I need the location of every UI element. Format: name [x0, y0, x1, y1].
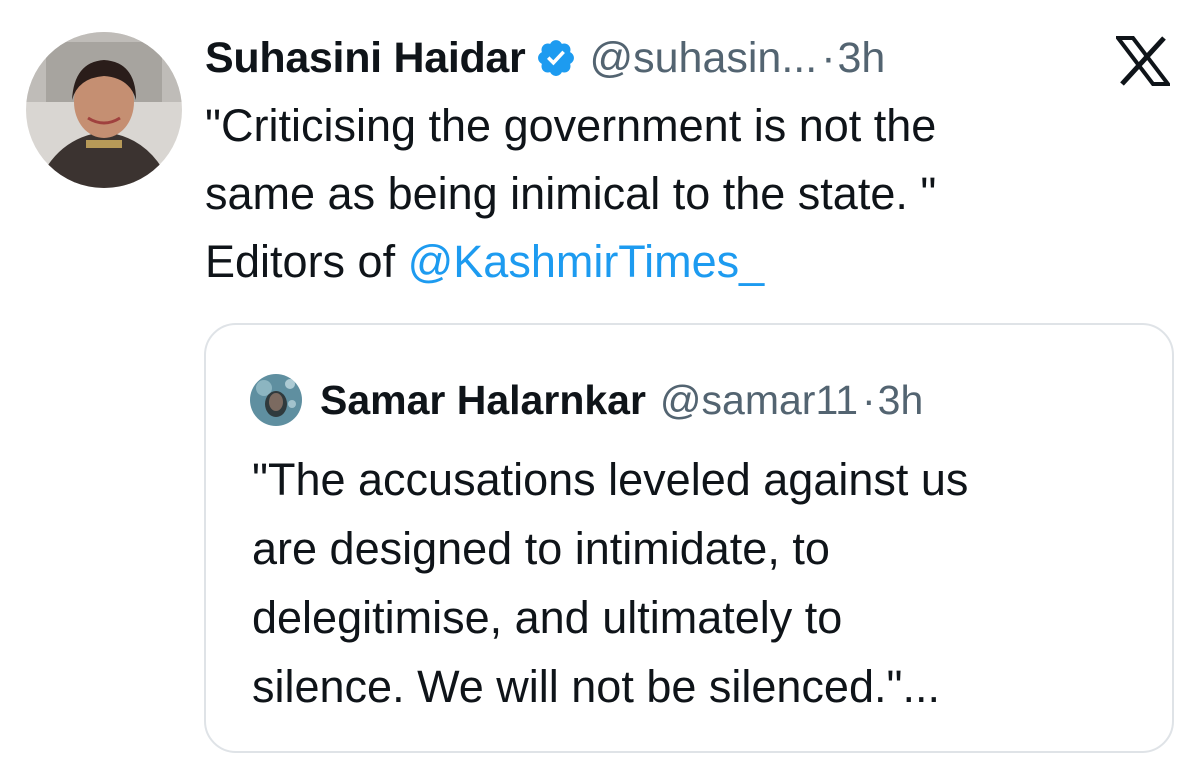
- x-logo-icon[interactable]: [1113, 36, 1173, 86]
- quoted-header-separator: ·: [862, 376, 876, 423]
- author-display-name[interactable]: Suhasini Haidar: [205, 34, 526, 83]
- quoted-tweet[interactable]: Samar Halarnkar @samar11 · 3h "The accus…: [204, 323, 1174, 753]
- quoted-text-line: "The accusations leveled against us: [252, 454, 969, 505]
- quoted-text-line: delegitimise, and ultimately to: [252, 592, 843, 643]
- quoted-tweet-timestamp[interactable]: 3h: [878, 377, 924, 424]
- mention-link[interactable]: @KashmirTimes_: [408, 236, 765, 287]
- tweet-text-line: "Criticising the government is not the: [205, 100, 937, 151]
- tweet-timestamp[interactable]: 3h: [838, 34, 886, 83]
- tweet-header: Suhasini Haidar @suhasin... · 3h: [205, 30, 885, 86]
- quoted-text-line: silence. We will not be silenced."...: [252, 661, 940, 712]
- quoted-text-line: are designed to intimidate, to: [252, 523, 830, 574]
- quoted-tweet-header: Samar Halarnkar @samar11 · 3h: [250, 374, 924, 426]
- quoted-author-display-name[interactable]: Samar Halarnkar: [320, 377, 646, 424]
- quoted-author-avatar[interactable]: [250, 374, 302, 426]
- quoted-author-handle[interactable]: @samar11: [660, 377, 858, 424]
- tweet-text-prefix: Editors of: [205, 236, 408, 287]
- author-handle[interactable]: @suhasin...: [589, 34, 817, 83]
- tweet-text: "Criticising the government is not the s…: [205, 92, 1165, 296]
- quoted-tweet-text: "The accusations leveled against us are …: [252, 445, 1152, 721]
- header-separator: ·: [821, 33, 836, 82]
- tweet-text-line: Editors of @KashmirTimes_: [205, 228, 1165, 296]
- tweet-text-line: same as being inimical to the state. ": [205, 168, 937, 219]
- verified-badge-icon: [535, 37, 577, 79]
- tweet[interactable]: Suhasini Haidar @suhasin... · 3h "Critic…: [0, 0, 1200, 771]
- author-avatar[interactable]: [26, 32, 182, 188]
